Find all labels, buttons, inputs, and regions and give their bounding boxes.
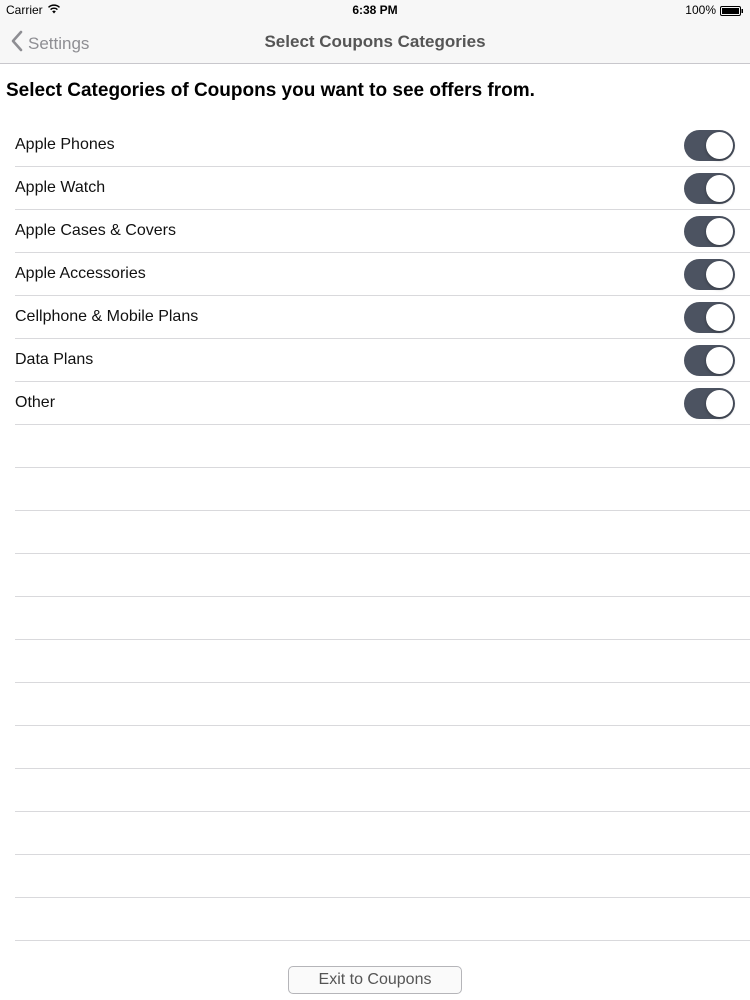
- empty-row: [15, 640, 750, 683]
- other-toggle[interactable]: [684, 388, 735, 419]
- empty-row: [15, 855, 750, 898]
- toggle-knob: [706, 261, 733, 288]
- category-label: Cellphone & Mobile Plans: [15, 308, 199, 325]
- empty-row: [15, 726, 750, 769]
- battery-percent: 100%: [685, 3, 716, 17]
- empty-row: [15, 511, 750, 554]
- empty-row: [15, 554, 750, 597]
- apple-accessories-toggle[interactable]: [684, 259, 735, 290]
- empty-row: [15, 683, 750, 726]
- toggle-knob: [706, 304, 733, 331]
- status-time: 6:38 PM: [352, 3, 398, 17]
- category-row-other: Other: [15, 382, 750, 425]
- empty-row: [15, 468, 750, 511]
- category-row-data-plans: Data Plans: [15, 339, 750, 382]
- category-label: Apple Accessories: [15, 265, 146, 282]
- toggle-knob: [706, 347, 733, 374]
- category-row-apple-cases: Apple Cases & Covers: [15, 210, 750, 253]
- navigation-bar: Settings Select Coupons Categories: [0, 20, 750, 64]
- data-plans-toggle[interactable]: [684, 345, 735, 376]
- category-list: Apple Phones Apple Watch Apple Cases & C…: [15, 124, 750, 425]
- category-row-apple-watch: Apple Watch: [15, 167, 750, 210]
- toggle-knob: [706, 390, 733, 417]
- apple-phones-toggle[interactable]: [684, 130, 735, 161]
- empty-row: [15, 597, 750, 640]
- category-label: Apple Phones: [15, 136, 115, 153]
- cellphone-plans-toggle[interactable]: [684, 302, 735, 333]
- empty-row: [15, 769, 750, 812]
- exit-to-coupons-button[interactable]: Exit to Coupons: [288, 966, 462, 994]
- category-label: Data Plans: [15, 351, 94, 368]
- apple-watch-toggle[interactable]: [684, 173, 735, 204]
- empty-row: [15, 425, 750, 468]
- status-right: 100%: [685, 3, 744, 17]
- toggle-knob: [706, 218, 733, 245]
- category-row-cellphone-plans: Cellphone & Mobile Plans: [15, 296, 750, 339]
- empty-table-rows: [15, 425, 750, 941]
- status-bar: Carrier 6:38 PM 100%: [0, 0, 750, 20]
- category-label: Other: [15, 394, 56, 411]
- category-label: Apple Cases & Covers: [15, 222, 176, 239]
- apple-cases-toggle[interactable]: [684, 216, 735, 247]
- category-row-apple-phones: Apple Phones: [15, 124, 750, 167]
- category-row-apple-accessories: Apple Accessories: [15, 253, 750, 296]
- instruction-heading: Select Categories of Coupons you want to…: [6, 80, 535, 101]
- toggle-knob: [706, 175, 733, 202]
- toggle-knob: [706, 132, 733, 159]
- empty-row: [15, 812, 750, 855]
- battery-icon: [720, 5, 744, 16]
- page-title: Select Coupons Categories: [264, 32, 486, 51]
- category-label: Apple Watch: [15, 179, 106, 196]
- empty-row: [15, 898, 750, 941]
